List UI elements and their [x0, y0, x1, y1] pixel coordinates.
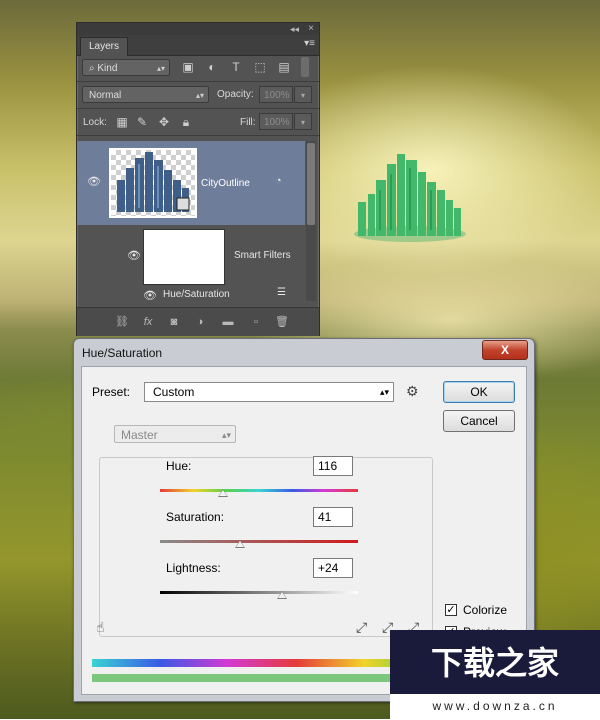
smart-filter-mask-thumbnail[interactable] [143, 229, 225, 285]
opacity-label: Opacity: [217, 89, 254, 100]
adjustment-layer-icon[interactable]: ◑ [193, 315, 207, 329]
opacity-dropdown[interactable]: ▾ [294, 86, 312, 103]
close-icon[interactable]: × [308, 23, 314, 35]
filter-options-icon[interactable]: ☰ [277, 287, 286, 298]
saturation-input[interactable]: 41 [313, 507, 353, 527]
lock-pixels-icon[interactable]: ✎ [135, 115, 149, 129]
collapse-icon[interactable]: ◂◂ [290, 23, 299, 35]
eye-visibility-icon[interactable]: 👁︎ [127, 249, 141, 262]
adjustment-group [99, 457, 433, 637]
preset-value: Custom [153, 385, 195, 399]
cancel-button[interactable]: Cancel [443, 410, 515, 432]
preset-select[interactable]: Custom ▴▾ [144, 382, 394, 402]
add-mask-icon[interactable]: ◙ [167, 315, 181, 329]
updown-arrows-icon: ▴▾ [221, 430, 231, 440]
hue-slider-knob[interactable] [218, 489, 228, 497]
smart-filters-label: Smart Filters [234, 250, 291, 261]
preset-label: Preset: [92, 385, 131, 399]
layer-name-cityoutline: CityOutline [201, 178, 250, 189]
fx-icon[interactable]: fx [141, 315, 155, 329]
blend-mode-select[interactable]: Normal ▴▾ [82, 86, 209, 103]
layers-bottom-toolbar: ⛓ fx ◙ ◑ ▬ ▫ 🗑︎ [77, 307, 319, 336]
trash-icon[interactable]: 🗑︎ [275, 315, 289, 329]
close-button[interactable]: X [482, 340, 528, 360]
panel-tabs: Layers ▾≡ [77, 35, 319, 56]
hand-targeted-adjustment-icon[interactable]: ☝︎ [96, 619, 105, 636]
updown-arrows-icon: ▴▾ [156, 64, 165, 73]
opacity-input[interactable]: 100% [259, 86, 293, 103]
eye-visibility-icon[interactable]: 👁︎ [87, 175, 101, 188]
lock-label: Lock: [83, 117, 107, 128]
fill-input[interactable]: 100% [259, 113, 293, 130]
lightness-slider-knob[interactable] [277, 591, 287, 599]
blend-mode-label: Normal [89, 90, 122, 101]
channel-select[interactable]: Master ▴▾ [114, 425, 236, 443]
panel-titlebar[interactable]: ◂◂ × [77, 23, 319, 35]
divider [77, 135, 319, 136]
tab-layers[interactable]: Layers [80, 37, 129, 56]
ok-button[interactable]: OK [443, 381, 515, 403]
scrollbar-thumb[interactable] [307, 143, 315, 225]
lightness-slider-track[interactable] [160, 591, 358, 594]
adjustment-filter-icon[interactable]: ◐ [205, 60, 219, 74]
type-filter-icon[interactable]: T [229, 60, 243, 74]
link-layers-icon[interactable]: ⛓ [115, 315, 129, 329]
smart-object-icon: ◔ [275, 175, 282, 187]
lock-transparency-icon[interactable]: ▦ [115, 115, 129, 129]
svg-text:下载之家: 下载之家 [431, 644, 559, 682]
colorize-checkbox[interactable]: ✓ [445, 604, 457, 616]
input-color-bar [92, 659, 432, 667]
downza-logo: 下载之家 [390, 630, 600, 694]
colorize-label: Colorize [463, 603, 508, 617]
new-group-icon[interactable]: ▬ [221, 315, 235, 329]
watermark-url: www.downza.cn [390, 694, 600, 719]
divider [77, 81, 319, 82]
lightness-label: Lightness: [166, 561, 221, 575]
gear-icon[interactable]: ⚙︎ [406, 383, 419, 400]
lock-position-icon[interactable]: ✥ [157, 115, 171, 129]
new-layer-icon[interactable]: ▫ [249, 315, 263, 329]
updown-arrows-icon: ▴▾ [379, 387, 389, 397]
eyedropper-icon[interactable]: ⤢ [356, 619, 367, 636]
eye-visibility-icon[interactable]: 👁︎ [143, 289, 157, 302]
panel-menu-icon[interactable]: ▾≡ [304, 38, 315, 49]
output-color-bar [92, 674, 432, 682]
fill-dropdown[interactable]: ▾ [294, 113, 312, 130]
updown-arrows-icon: ▴▾ [195, 91, 204, 100]
smart-object-filter-icon[interactable]: ▤ [277, 60, 291, 74]
city-thumbnail-image [117, 152, 190, 212]
layers-panel: ◂◂ × Layers ▾≡ ⌕ Kind ▴▾ ▣ ◐ T ⬚ ▤ Norma… [76, 22, 320, 336]
filter-kind-label: Kind [97, 63, 118, 74]
filter-toggle[interactable] [301, 57, 309, 77]
hue-slider-track[interactable] [160, 489, 358, 492]
saturation-slider-knob[interactable] [235, 540, 245, 548]
filter-name-hue-saturation[interactable]: Hue/Saturation [163, 289, 230, 300]
filter-kind-select[interactable]: ⌕ Kind ▴▾ [82, 59, 170, 76]
fill-label: Fill: [240, 117, 256, 128]
saturation-slider-track[interactable] [160, 540, 358, 543]
hue-input[interactable]: 116 [313, 456, 353, 476]
channel-value: Master [121, 428, 158, 442]
shape-filter-icon[interactable]: ⬚ [253, 60, 267, 74]
lock-all-icon[interactable]: 🔒︎ [179, 115, 193, 129]
divider [77, 108, 319, 109]
layer-thumbnail[interactable] [109, 148, 197, 218]
green-city-image [354, 154, 466, 242]
watermark: 下载之家 www.downza.cn [390, 630, 600, 719]
lightness-input[interactable]: +24 [313, 558, 353, 578]
saturation-label: Saturation: [166, 510, 225, 524]
image-filter-icon[interactable]: ▣ [181, 60, 195, 74]
hue-label: Hue: [166, 459, 192, 473]
dialog-title: Hue/Saturation [82, 346, 163, 360]
layers-scrollbar[interactable] [306, 141, 316, 301]
